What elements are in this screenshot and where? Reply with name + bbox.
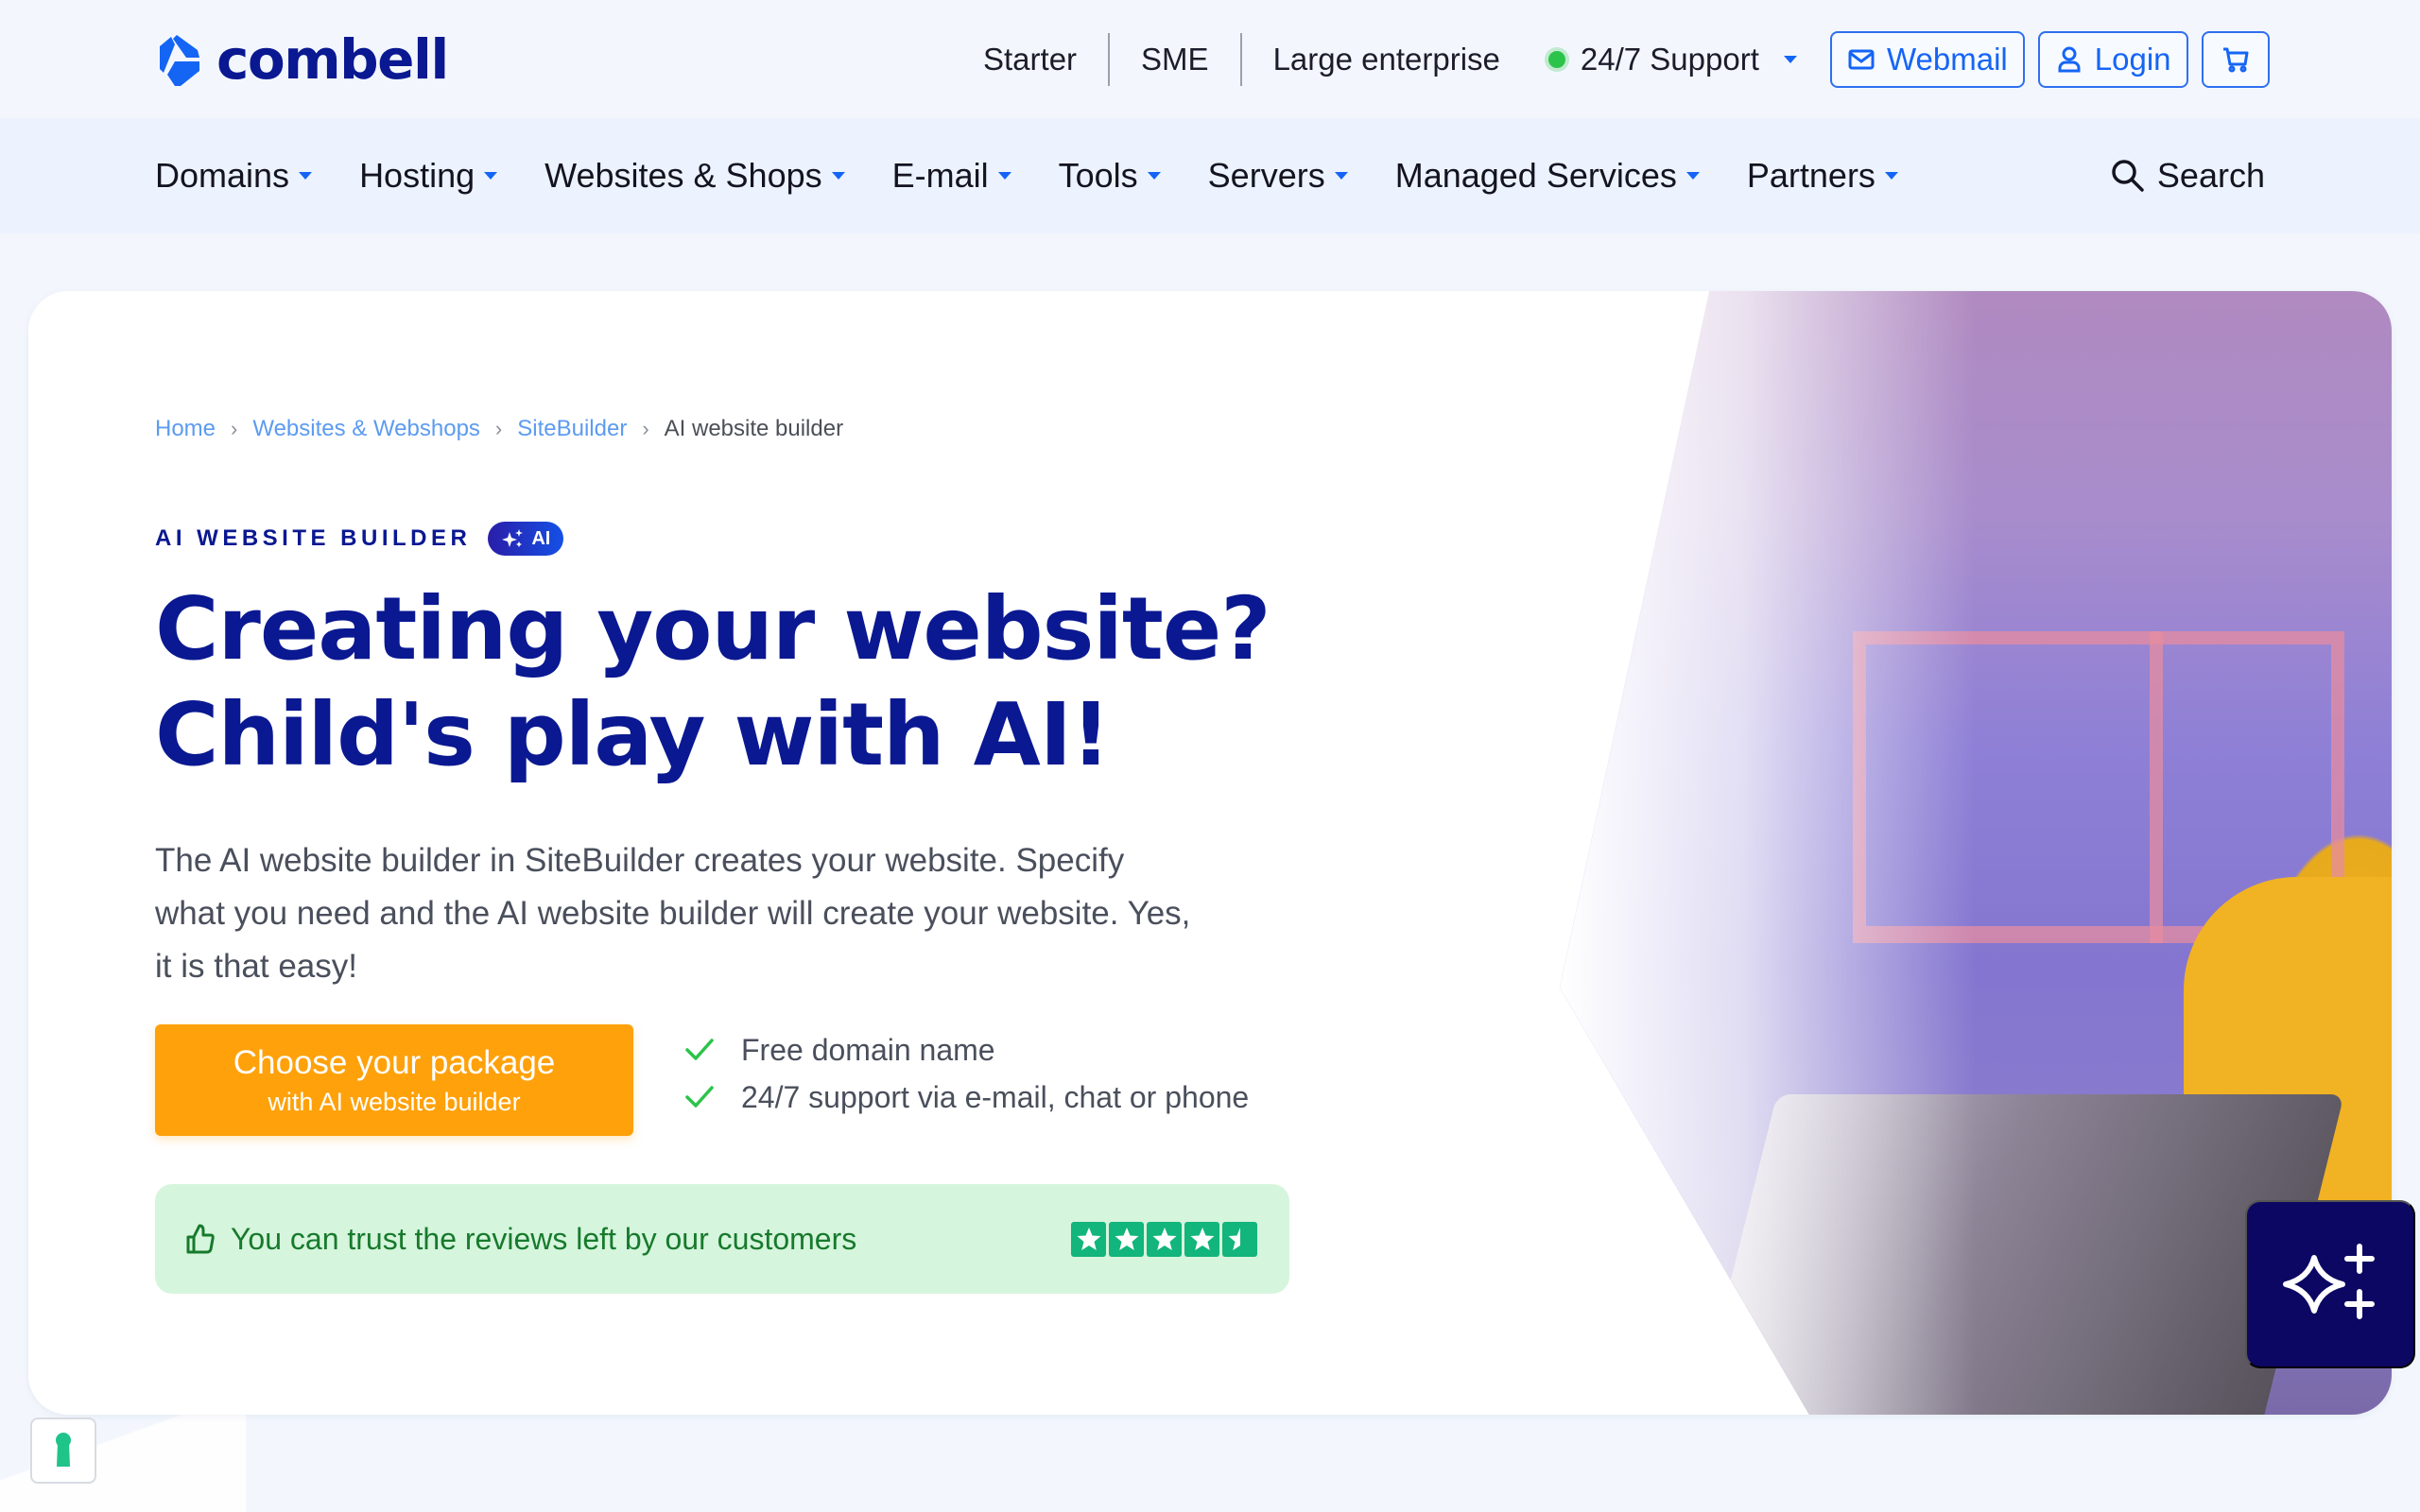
breadcrumb: Home › Websites & Webshops › SiteBuilder… — [155, 416, 843, 442]
nav-label: Managed Services — [1394, 156, 1677, 195]
eyebrow: AI WEBSITE BUILDER AI — [155, 522, 564, 556]
nav-label: Domains — [155, 156, 290, 195]
hero-description: The AI website builder in SiteBuilder cr… — [155, 842, 1191, 985]
cta-main-label: Choose your package — [233, 1043, 556, 1081]
webmail-label: Webmail — [1887, 42, 2008, 77]
ai-assistant-button[interactable] — [2245, 1200, 2415, 1368]
caret-down-icon — [484, 172, 498, 180]
checkmark-icon — [685, 1039, 714, 1060]
breadcrumb-home[interactable]: Home — [155, 416, 216, 442]
star-icon — [1228, 1228, 1240, 1250]
online-status-icon — [1547, 51, 1565, 68]
nav-label: Websites & Shops — [544, 156, 822, 195]
rating-star — [1222, 1221, 1257, 1257]
caret-down-icon — [1884, 172, 1898, 180]
audience-nav: Starter SME Large enterprise 24/7 Suppor… — [983, 28, 1797, 91]
page-title: Creating your website? Child's play with… — [155, 576, 1384, 788]
nav-item-hosting[interactable]: Hosting — [359, 156, 498, 196]
sparkles-icon — [502, 529, 524, 547]
checkmark-icon — [685, 1086, 714, 1108]
nav-label: Hosting — [359, 156, 475, 195]
audience-link-starter[interactable]: Starter — [983, 33, 1108, 86]
breadcrumb-sitebuilder[interactable]: SiteBuilder — [517, 416, 627, 442]
nav-label: Tools — [1058, 156, 1138, 195]
nav-item-tools[interactable]: Tools — [1059, 156, 1161, 196]
envelope-icon — [1848, 49, 1875, 70]
logo[interactable]: combell — [154, 27, 449, 92]
usp-text: 24/7 support via e-mail, chat or phone — [741, 1079, 1250, 1114]
headline-line-2: Child's play with AI! — [155, 684, 1111, 785]
star-icon — [1190, 1228, 1214, 1250]
caret-down-icon — [1783, 56, 1797, 63]
breadcrumb-separator: › — [494, 417, 503, 440]
caret-down-icon — [299, 172, 313, 180]
usp-item: Free domain name — [684, 1026, 1249, 1074]
ai-badge-label: AI — [531, 527, 551, 549]
rating-star — [1109, 1221, 1144, 1257]
nav-item-websites-shops[interactable]: Websites & Shops — [544, 156, 845, 196]
logo-wordmark: combell — [216, 27, 449, 92]
nav-item-partners[interactable]: Partners — [1747, 156, 1898, 196]
choose-package-button[interactable]: Choose your package with AI website buil… — [155, 1024, 633, 1136]
login-label: Login — [2094, 42, 2171, 77]
user-icon — [2058, 46, 2081, 73]
search-icon — [2112, 160, 2144, 192]
nav-item-managed-services[interactable]: Managed Services — [1395, 156, 1700, 196]
usp-text: Free domain name — [741, 1032, 995, 1067]
ai-badge: AI — [488, 522, 564, 556]
account-actions: Webmail Login — [1830, 31, 2270, 88]
caret-down-icon — [1147, 172, 1161, 180]
headline-line-1: Creating your website? — [155, 578, 1271, 679]
privacy-settings-button[interactable] — [30, 1418, 96, 1484]
support-label: 24/7 Support — [1580, 42, 1759, 77]
audience-link-sme[interactable]: SME — [1110, 33, 1240, 86]
trust-banner[interactable]: You can trust the reviews left by our cu… — [155, 1184, 1289, 1294]
cta-sub-label: with AI website builder — [268, 1087, 521, 1116]
nav-label: Partners — [1746, 156, 1876, 195]
hero-section: Home › Websites & Webshops › SiteBuilder… — [28, 291, 2392, 1415]
search-label: Search — [2156, 156, 2265, 195]
support-dropdown[interactable]: 24/7 Support — [1547, 42, 1797, 77]
nav-label: E-mail — [891, 156, 989, 195]
caret-down-icon — [1334, 172, 1348, 180]
login-button[interactable]: Login — [2037, 31, 2188, 88]
utility-bar: combell Starter SME Large enterprise 24/… — [0, 0, 2420, 118]
rating-stars — [1071, 1221, 1257, 1257]
cart-button[interactable] — [2201, 31, 2270, 88]
rating-star — [1147, 1221, 1182, 1257]
breadcrumb-websites-webshops[interactable]: Websites & Webshops — [252, 416, 480, 442]
search-button[interactable]: Search — [2110, 118, 2265, 233]
caret-down-icon — [997, 172, 1011, 180]
breadcrumb-separator: › — [231, 417, 238, 440]
shopping-cart-icon — [2222, 47, 2249, 73]
keyhole-icon — [56, 1433, 71, 1467]
star-icon — [1077, 1228, 1100, 1250]
usp-item: 24/7 support via e-mail, chat or phone — [684, 1074, 1249, 1121]
nav-item-domains[interactable]: Domains — [155, 156, 313, 196]
caret-down-icon — [1685, 172, 1700, 180]
nav-item-servers[interactable]: Servers — [1208, 156, 1348, 196]
audience-link-large-enterprise[interactable]: Large enterprise — [1242, 33, 1531, 86]
usp-list: Free domain name 24/7 support via e-mail… — [684, 1026, 1249, 1121]
eyebrow-text: AI WEBSITE BUILDER — [155, 525, 472, 551]
nav-item-email[interactable]: E-mail — [892, 156, 1011, 196]
trust-text: You can trust the reviews left by our cu… — [231, 1221, 857, 1256]
combell-logo-icon — [160, 35, 199, 86]
rating-star — [1071, 1221, 1106, 1257]
webmail-button[interactable]: Webmail — [1830, 31, 2025, 88]
star-icon — [1115, 1228, 1138, 1250]
caret-down-icon — [831, 172, 845, 180]
main-nav: Domains Hosting Websites & Shops E-mail … — [0, 118, 2420, 233]
breadcrumb-separator: › — [642, 417, 649, 440]
rating-star — [1184, 1221, 1219, 1257]
main-nav-list: Domains Hosting Websites & Shops E-mail … — [155, 118, 1945, 233]
breadcrumb-current: AI website builder — [664, 416, 844, 441]
nav-label: Servers — [1207, 156, 1325, 195]
star-icon — [1152, 1228, 1176, 1250]
thumbs-up-icon — [186, 1224, 215, 1254]
sparkles-icon — [2283, 1244, 2375, 1319]
